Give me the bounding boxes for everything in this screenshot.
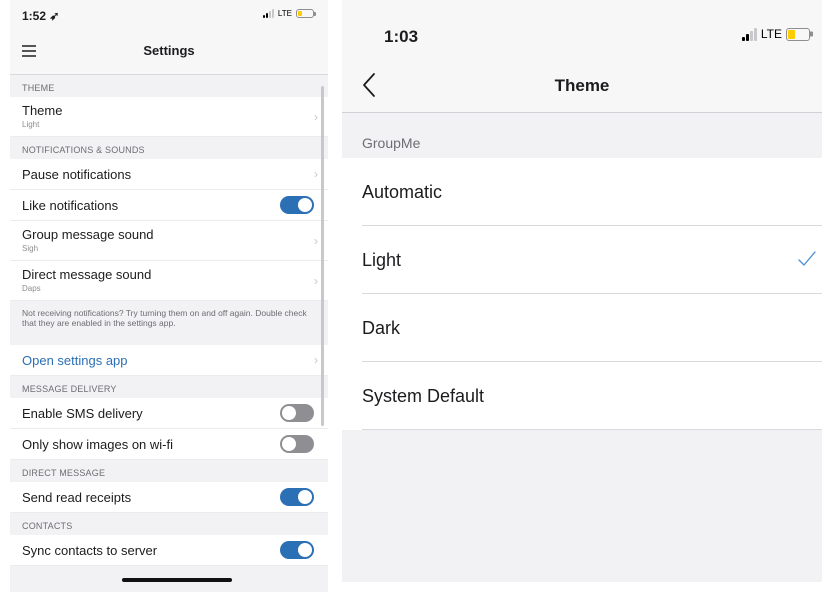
- signal-icon: [741, 27, 757, 41]
- pause-notifications-row[interactable]: Pause notifications ›: [10, 159, 328, 190]
- battery-icon: [296, 9, 316, 18]
- row-label: Theme: [22, 103, 63, 118]
- row-value: Sigh: [22, 244, 39, 253]
- theme-screen: 1:03 LTE Theme GroupMe Automatic Light D…: [342, 0, 822, 582]
- sync-contacts-toggle[interactable]: [280, 541, 314, 559]
- page-title: Settings: [143, 43, 195, 58]
- read-receipts-row: Send read receipts: [10, 482, 328, 513]
- wifi-images-row: Only show images on wi-fi: [10, 429, 328, 460]
- status-time: 1:03: [384, 27, 419, 46]
- row-label: Sync contacts to server: [22, 543, 158, 558]
- status-indicators: LTE: [262, 9, 316, 18]
- like-notifications-toggle[interactable]: [280, 196, 314, 214]
- direct-message-sound-row[interactable]: Direct message sound Daps ›: [10, 261, 328, 301]
- sms-delivery-toggle[interactable]: [280, 404, 314, 422]
- row-label: Direct message sound: [22, 267, 152, 282]
- signal-icon: [262, 9, 274, 18]
- option-label: Automatic: [362, 182, 443, 202]
- row-label: Enable SMS delivery: [22, 406, 143, 421]
- row-label: Open settings app: [22, 353, 128, 368]
- row-label: Only show images on wi-fi: [22, 437, 173, 452]
- row-value: Daps: [22, 284, 41, 293]
- nav-bar: Settings: [10, 28, 328, 75]
- settings-screen: 1:52 ➶ LTE Settings THEME Theme Light › …: [10, 0, 328, 592]
- theme-row[interactable]: Theme Light ›: [10, 97, 328, 137]
- settings-list: THEME Theme Light › NOTIFICATIONS & SOUN…: [10, 75, 328, 566]
- theme-option-system-default[interactable]: System Default: [342, 362, 822, 430]
- open-settings-app-row[interactable]: Open settings app ›: [10, 345, 328, 376]
- home-indicator[interactable]: [122, 578, 232, 582]
- row-label: Group message sound: [22, 227, 154, 242]
- chevron-right-icon: ›: [314, 167, 318, 181]
- option-label: System Default: [362, 386, 485, 406]
- notifications-help-text: Not receiving notifications? Try turning…: [10, 301, 328, 345]
- section-header-notifications: NOTIFICATIONS & SOUNDS: [10, 137, 328, 159]
- status-indicators: LTE: [741, 27, 813, 41]
- chevron-right-icon: ›: [314, 353, 318, 367]
- theme-option-automatic[interactable]: Automatic: [342, 158, 822, 226]
- section-header-contacts: CONTACTS: [10, 513, 328, 535]
- row-label: Pause notifications: [22, 167, 132, 182]
- status-time: 1:52 ➶: [22, 9, 60, 23]
- section-header-groupme: GroupMe: [362, 135, 421, 151]
- option-label: Light: [362, 250, 402, 270]
- chevron-right-icon: ›: [314, 109, 318, 124]
- network-type: LTE: [277, 9, 292, 18]
- sms-delivery-row: Enable SMS delivery: [10, 398, 328, 429]
- network-type: LTE: [760, 27, 782, 41]
- status-bar: 1:03 LTE: [342, 0, 822, 58]
- section-header-direct-message: DIRECT MESSAGE: [10, 460, 328, 482]
- row-label: Send read receipts: [22, 490, 132, 505]
- row-label: Like notifications: [22, 198, 119, 213]
- section-header-theme: THEME: [10, 75, 328, 97]
- read-receipts-toggle[interactable]: [280, 488, 314, 506]
- wifi-images-toggle[interactable]: [280, 435, 314, 453]
- theme-option-light[interactable]: Light: [342, 226, 822, 294]
- checkmark-icon: [798, 251, 816, 266]
- sync-contacts-row: Sync contacts to server: [10, 535, 328, 566]
- status-bar: 1:52 ➶ LTE: [10, 0, 328, 28]
- chevron-right-icon: ›: [314, 273, 318, 288]
- row-value: Light: [22, 120, 40, 129]
- section-header-delivery: MESSAGE DELIVERY: [10, 376, 328, 398]
- page-title: Theme: [554, 76, 610, 95]
- option-label: Dark: [362, 318, 401, 338]
- theme-option-dark[interactable]: Dark: [342, 294, 822, 362]
- theme-options-list: Automatic Light Dark System Default: [342, 158, 822, 430]
- group-message-sound-row[interactable]: Group message sound Sigh ›: [10, 221, 328, 261]
- chevron-right-icon: ›: [314, 233, 318, 248]
- like-notifications-row: Like notifications: [10, 190, 328, 221]
- scrollbar[interactable]: [321, 86, 324, 426]
- battery-icon: [786, 27, 813, 41]
- nav-bar: Theme: [342, 58, 822, 113]
